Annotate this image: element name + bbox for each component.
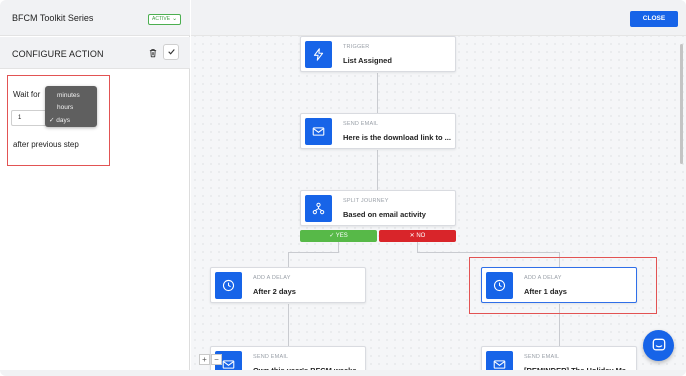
unit-option-days[interactable]: ✓ days <box>49 116 70 124</box>
flow-node-trigger[interactable]: TRIGGER List Assigned <box>300 36 456 72</box>
split-icon <box>305 195 332 222</box>
trash-icon <box>149 49 157 58</box>
connector <box>288 252 339 253</box>
clock-icon <box>215 272 242 299</box>
node-kind: ADD A DELAY <box>253 275 291 281</box>
status-badge-label: ACTIVE <box>152 16 171 22</box>
series-header: BFCM Toolkit Series ACTIVE ⌄ <box>0 0 190 36</box>
connector <box>377 150 378 190</box>
node-name: Based on email activity <box>343 210 426 219</box>
page-title: CONFIGURE ACTION <box>12 49 104 59</box>
delay-unit-dropdown[interactable]: minutes hours ✓ days <box>45 86 97 127</box>
chevron-down-icon: ⌄ <box>172 16 178 22</box>
flow-node-delay[interactable]: ADD A DELAY After 2 days <box>210 267 366 303</box>
status-badge[interactable]: ACTIVE ⌄ <box>148 14 182 25</box>
connector <box>377 73 378 113</box>
mail-icon <box>305 118 332 145</box>
node-kind: SEND EMAIL <box>524 354 560 360</box>
wait-for-label: Wait for <box>13 90 41 99</box>
connector <box>417 242 418 252</box>
after-previous-step-label: after previous step <box>13 140 79 149</box>
close-button[interactable]: CLOSE <box>630 11 678 27</box>
zoom-controls: + − <box>199 349 224 365</box>
node-name: After 2 days <box>253 287 296 296</box>
connector <box>338 242 339 252</box>
check-icon <box>167 49 175 55</box>
flow-node-send-email[interactable]: SEND EMAIL Here is the download link to … <box>300 113 456 149</box>
node-name: List Assigned <box>343 56 392 65</box>
annotation-highlight-box <box>469 257 657 314</box>
delete-button[interactable] <box>146 46 160 60</box>
connector <box>288 252 289 267</box>
zoom-in-button[interactable]: + <box>199 354 210 365</box>
bolt-icon <box>305 41 332 68</box>
zoom-out-button[interactable]: − <box>211 354 222 365</box>
connector <box>417 252 559 253</box>
check-icon: ✓ <box>49 117 55 124</box>
series-title: BFCM Toolkit Series <box>12 13 94 23</box>
unit-option-hours[interactable]: hours <box>57 104 73 111</box>
app-window: CLOSE TRIGGER List Assigned SEND EMAIL H… <box>0 0 686 376</box>
config-sidebar: BFCM Toolkit Series ACTIVE ⌄ CONFIGURE AC… <box>0 0 190 376</box>
node-kind: SEND EMAIL <box>253 354 289 360</box>
chat-icon <box>652 338 666 351</box>
bottom-edge <box>0 370 686 376</box>
node-kind: SPLIT JOURNEY <box>343 198 389 204</box>
config-header: CONFIGURE ACTION <box>0 37 190 69</box>
confirm-button[interactable] <box>163 44 179 60</box>
unit-option-days-label: days <box>56 117 70 124</box>
split-no-branch[interactable]: ✕ NO <box>379 230 456 242</box>
node-kind: TRIGGER <box>343 44 370 50</box>
canvas-toolbar <box>191 0 686 36</box>
node-name: Here is the download link to ... <box>343 133 451 142</box>
connector <box>288 304 289 346</box>
unit-option-minutes[interactable]: minutes <box>57 92 80 99</box>
canvas-scrollbar[interactable] <box>680 44 683 164</box>
split-yes-branch[interactable]: ✓ YES <box>300 230 377 242</box>
flow-node-split-journey[interactable]: SPLIT JOURNEY Based on email activity <box>300 190 456 226</box>
chat-launcher-button[interactable] <box>643 330 674 361</box>
node-kind: SEND EMAIL <box>343 121 379 127</box>
